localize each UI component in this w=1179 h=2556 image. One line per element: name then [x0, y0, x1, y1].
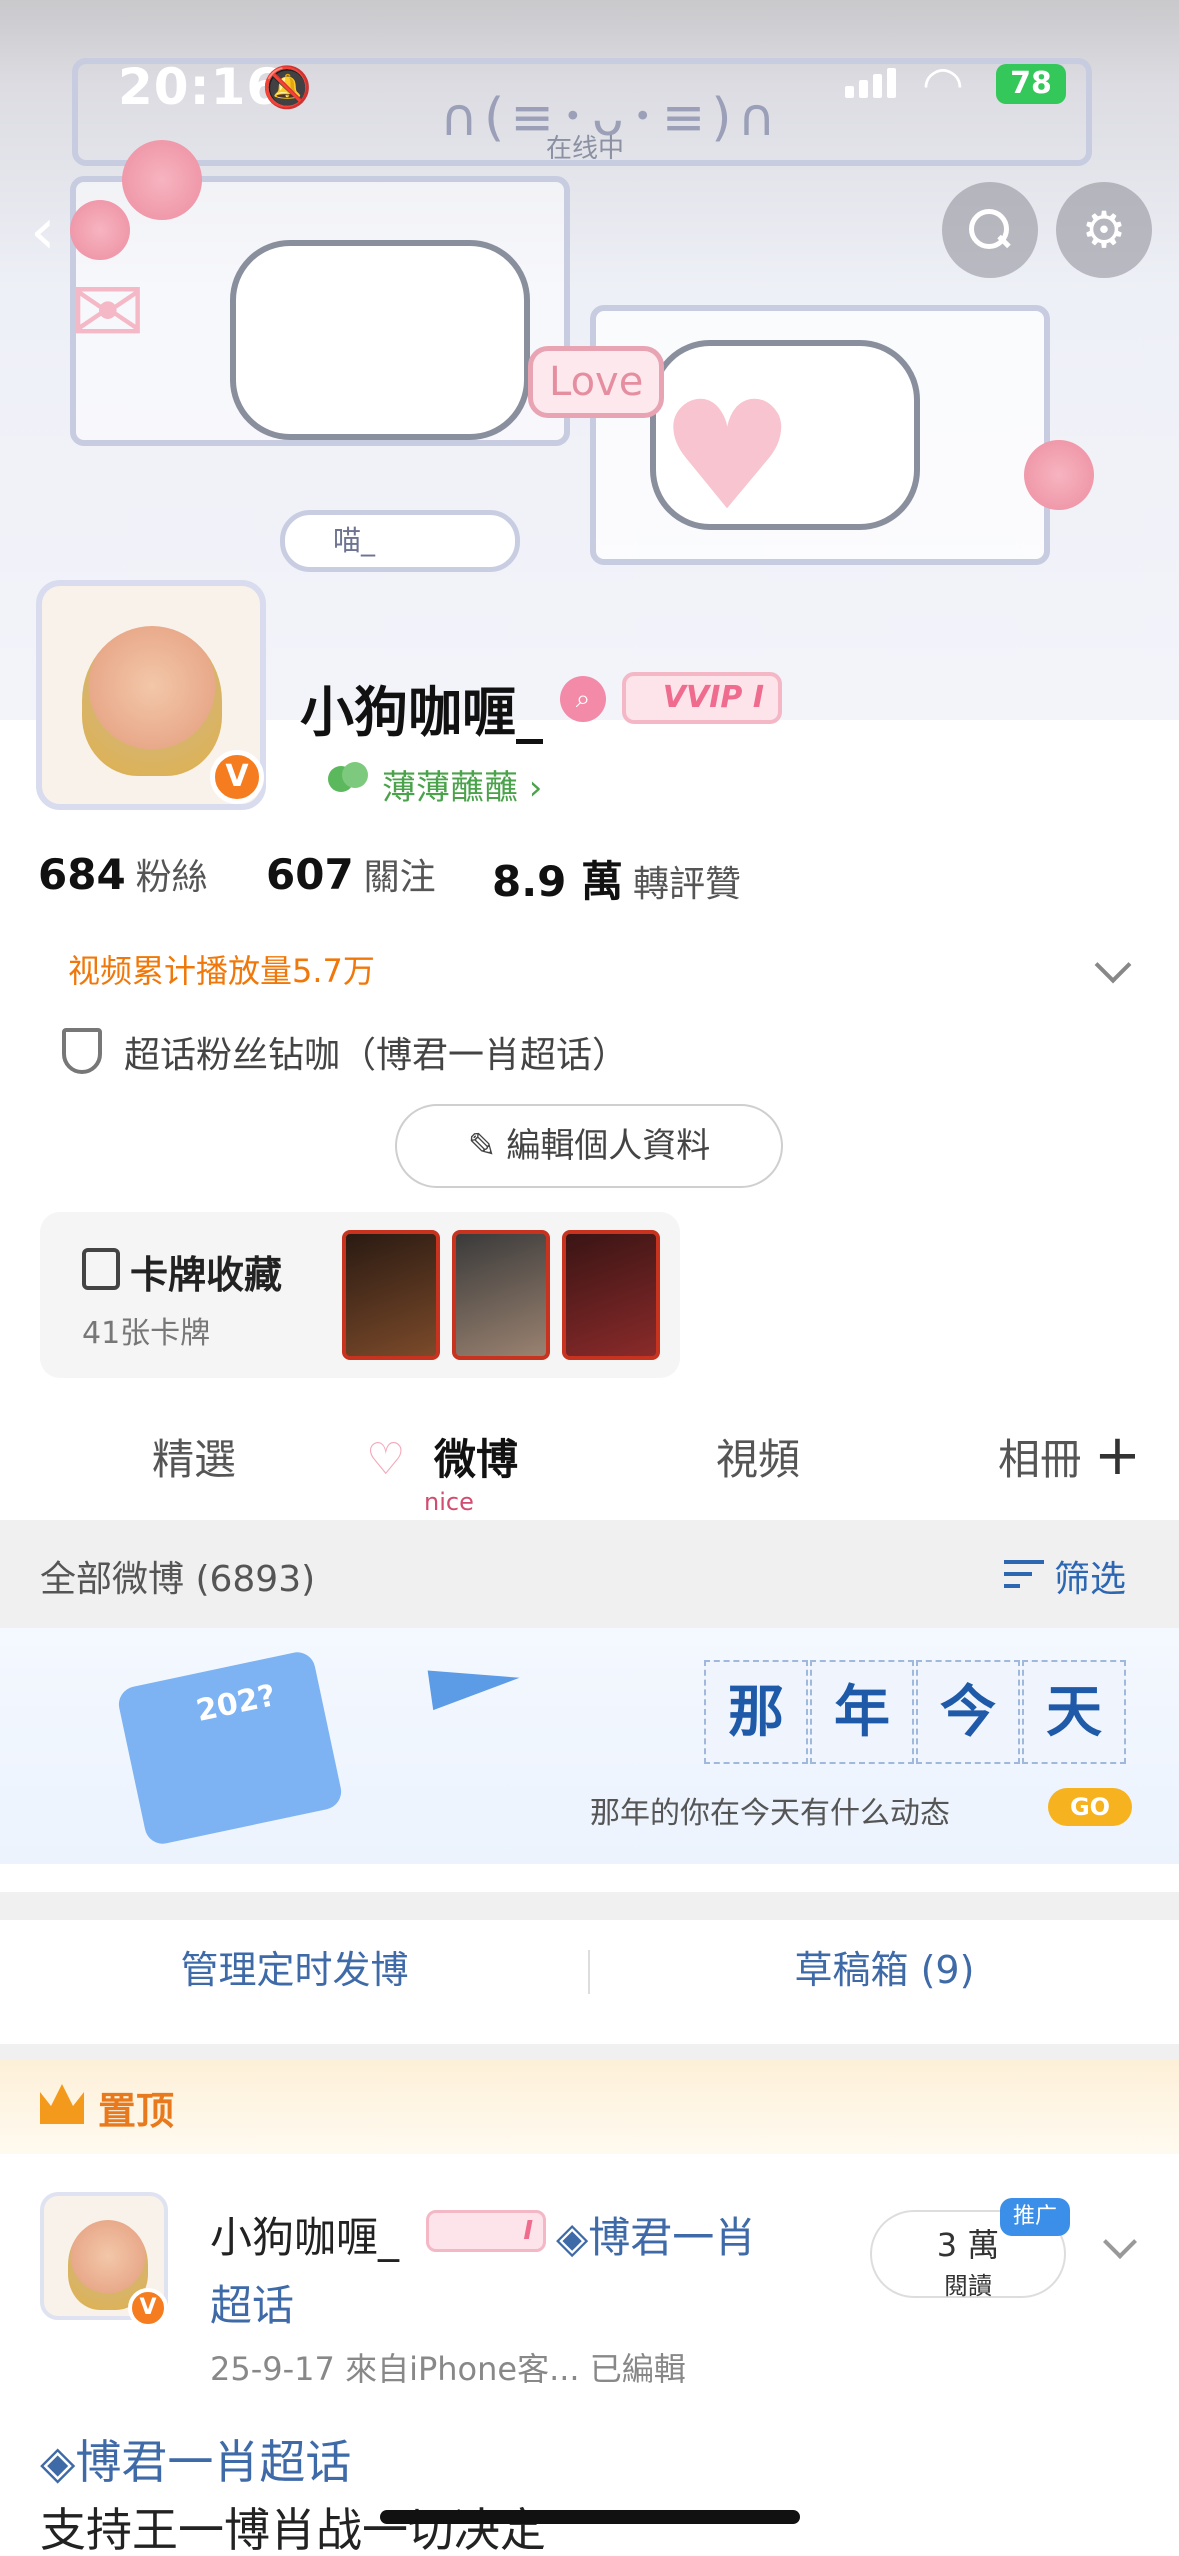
- card-icon: [82, 1248, 120, 1290]
- status-bar: 20:16 🔕 ◠ 78: [0, 50, 1179, 120]
- pinned-post[interactable]: V 小狗咖喱_ I ◈博君一肖 超话 25-9-17 來自iPhone客... …: [0, 2154, 1179, 2556]
- post-topic-link-cont[interactable]: 超话: [210, 2272, 294, 2333]
- shield-icon: [62, 1028, 102, 1074]
- banner-love-bubble: Love: [528, 346, 665, 418]
- card-collection-title: 卡牌收藏: [130, 1253, 283, 1297]
- pinned-label: 置顶: [98, 2089, 175, 2133]
- avatar-photo: [82, 626, 222, 776]
- stat-interactions[interactable]: 8.9 萬轉評贊: [492, 848, 741, 909]
- banner-status-text: 在线中: [546, 134, 625, 164]
- crown-icon: [40, 2084, 84, 2124]
- post-body-text: 支持王一博肖战一切决定: [40, 2503, 546, 2556]
- edit-profile-button[interactable]: ✎ 編輯個人資料: [395, 1104, 783, 1188]
- stat-following-label: 關注: [363, 857, 436, 898]
- flower-icon: [1024, 440, 1094, 510]
- filter-bar: 全部微博 (6893) 筛选: [0, 1520, 1179, 1628]
- username: 小狗咖喱_: [300, 681, 543, 744]
- post-topic-link[interactable]: ◈博君一肖: [556, 2204, 756, 2265]
- stat-followers-count: 684: [38, 850, 126, 899]
- title-cell: 那: [704, 1660, 808, 1764]
- calendar-icon: [115, 1648, 345, 1848]
- pencil-icon: ✎: [467, 1126, 497, 1166]
- card-thumbnail[interactable]: [562, 1230, 660, 1360]
- manage-scheduled-button[interactable]: 管理定时发博: [0, 1920, 589, 2020]
- wifi-icon: ◠: [922, 56, 964, 112]
- title-cell: 今: [916, 1660, 1020, 1764]
- add-tab-icon[interactable]: +: [1094, 1428, 1141, 1484]
- heart-icon: ♡: [366, 1434, 406, 1485]
- profile-header: V 小狗咖喱_ ⌕ VVIP I 薄薄蘸蘸 ›: [0, 580, 1179, 820]
- tab-weibo[interactable]: 微博: [434, 1426, 518, 1487]
- stat-followers[interactable]: 684 粉絲: [38, 848, 208, 900]
- video-play-count: 视频累计播放量5.7万: [68, 952, 375, 990]
- edit-profile-label: 編輯個人資料: [506, 1126, 711, 1166]
- tab-album[interactable]: 相冊: [998, 1426, 1080, 1487]
- search-badge-icon[interactable]: ⌕: [560, 676, 606, 722]
- drafts-button[interactable]: 草稿箱 (9): [590, 1920, 1179, 2020]
- on-this-day-text: 那年的你在今天有什么动态: [590, 1796, 950, 1831]
- tab-featured[interactable]: 精選: [152, 1426, 236, 1487]
- post-body-topic[interactable]: ◈博君一肖超话: [40, 2426, 351, 2492]
- envelope-icon: ✉: [70, 260, 146, 365]
- card-collection-count: 41张卡牌: [82, 1316, 211, 1351]
- tab-video[interactable]: 視頻: [716, 1426, 800, 1487]
- on-this-day-banner[interactable]: 202? 那 年 今 天 那年的你在今天有什么动态 GO: [0, 1628, 1179, 1864]
- banner-cloud: [230, 240, 530, 440]
- read-label: 閱讀: [944, 2272, 992, 2300]
- paper-plane-icon: [427, 1657, 523, 1711]
- promote-tag[interactable]: 推广: [1000, 2198, 1070, 2236]
- battery-icon: 78: [996, 64, 1066, 104]
- settings-button[interactable]: ⚙: [1056, 182, 1152, 278]
- status-time: 20:16: [118, 58, 283, 116]
- fan-group-link[interactable]: 薄薄蘸蘸 ›: [382, 760, 542, 809]
- stat-following[interactable]: 607 關注: [266, 848, 436, 900]
- search-icon: [969, 209, 1011, 251]
- filter-button[interactable]: 筛选: [1054, 1550, 1126, 1602]
- vvip-badge[interactable]: VVIP I: [622, 672, 782, 724]
- chevron-down-icon[interactable]: [1094, 946, 1132, 984]
- verified-badge: V: [210, 750, 264, 804]
- home-indicator[interactable]: [380, 2510, 800, 2524]
- card-thumbnail[interactable]: [342, 1230, 440, 1360]
- card-collection[interactable]: 卡牌收藏 41张卡牌: [40, 1212, 680, 1378]
- all-posts-count: 全部微博 (6893): [40, 1559, 316, 1600]
- filter-icon[interactable]: [1004, 1560, 1044, 1590]
- go-button[interactable]: GO: [1048, 1788, 1132, 1826]
- post-actions-bar: 管理定时发博 草稿箱 (9): [0, 1892, 1179, 2020]
- stat-interactions-count: 8.9 萬: [492, 857, 624, 906]
- stat-following-count: 607: [266, 850, 354, 899]
- post-meta: 25-9-17 來自iPhone客... 已編輯: [210, 2350, 686, 2388]
- gear-icon: ⚙: [1081, 201, 1127, 259]
- flower-icon: [122, 140, 202, 220]
- card-thumbnail[interactable]: [452, 1230, 550, 1360]
- signal-icon: [845, 68, 901, 102]
- super-topic-text: 超话粉丝钻咖（博君一肖超话）: [124, 1035, 629, 1076]
- flower-icon: [70, 200, 130, 260]
- stat-interactions-label: 轉評贊: [633, 864, 742, 905]
- title-cell: 年: [810, 1660, 914, 1764]
- search-button[interactable]: [942, 182, 1038, 278]
- post-verified-badge: V: [128, 2288, 168, 2328]
- clover-icon: [328, 762, 368, 792]
- post-vip-badge: I: [426, 2210, 546, 2252]
- stat-followers-label: 粉絲: [135, 857, 208, 898]
- title-cell: 天: [1022, 1660, 1126, 1764]
- banner-meow-tag: 喵_: [280, 510, 520, 572]
- pinned-header: 置顶: [0, 2044, 1179, 2154]
- post-username[interactable]: 小狗咖喱_: [210, 2204, 399, 2265]
- mute-bell-icon: 🔕: [262, 65, 312, 111]
- banner-heart-icon: ♥: [660, 370, 795, 544]
- chevron-down-icon[interactable]: [1103, 2225, 1137, 2259]
- content-tabs: 精選 ♡ 微博 nice 視頻 相冊 +: [0, 1404, 1179, 1516]
- back-chevron-icon[interactable]: ‹: [30, 195, 56, 269]
- tab-decoration: nice: [424, 1488, 474, 1516]
